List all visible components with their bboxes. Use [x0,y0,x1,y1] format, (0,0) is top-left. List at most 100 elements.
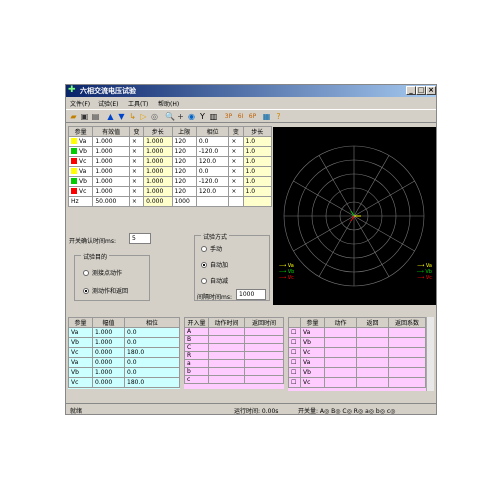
param-step[interactable]: 1.000 [143,186,173,197]
up-icon[interactable]: ▲ [106,112,115,121]
menu-test[interactable]: 试验(E) [98,99,118,108]
close-button[interactable]: × [426,86,436,95]
param-limit[interactable]: 1000 [171,196,197,207]
param-phase-step[interactable]: 1.0 [242,146,273,157]
legend-left: ⟶ Va ⟶ Vb ⟶ Vc [279,263,294,281]
6i-icon[interactable]: 6I [236,112,245,121]
param-phase[interactable]: 0.0 [195,136,230,147]
param-var[interactable]: × [128,146,145,157]
param-step[interactable]: 1.000 [143,156,173,167]
radio-manual[interactable]: 手动 [201,244,222,253]
save-icon[interactable]: ▣ [80,112,89,121]
param-phase-step[interactable]: 1.0 [242,156,273,167]
table-row: ☐ Vc [288,377,426,388]
param-value[interactable]: 1.000 [92,176,130,187]
param-phase[interactable]: 0.0 [195,166,230,177]
row-checkbox[interactable]: ☐ [288,357,301,368]
param-phase-step[interactable]: 1.0 [242,176,273,187]
param-limit[interactable]: 120 [171,136,197,147]
param-value[interactable]: 1.000 [92,166,130,177]
open-icon[interactable]: ▰ [69,112,78,121]
param-limit[interactable]: 120 [171,186,197,197]
menu-help[interactable]: 帮助(H) [158,99,179,108]
param-var[interactable]: × [128,136,145,147]
plus-icon[interactable]: + [176,112,185,121]
3p-icon[interactable]: 3P [224,112,233,121]
param-limit[interactable]: 120 [171,166,197,177]
param-row[interactable]: Hz 50.000 × 0.000 1000 [67,196,273,207]
bars-icon[interactable]: ▥ [209,112,218,121]
row-checkbox[interactable]: ☐ [288,347,301,358]
param-limit[interactable]: 120 [171,146,197,157]
result-scrollbar[interactable] [426,317,434,391]
step-icon[interactable]: ↳ [128,112,137,121]
param-row[interactable]: Vc 1.000 × 1.000 120 120.0 × 1.0 [67,156,273,167]
param-var[interactable]: × [128,176,145,187]
radio-contact-action[interactable]: 测接点动作 [83,268,122,277]
param-step[interactable]: 1.000 [143,146,173,157]
param-row[interactable]: Vb 1.000 × 1.000 120 -120.0 × 1.0 [67,146,273,157]
param-value[interactable]: 1.000 [92,136,130,147]
6p-icon[interactable]: 6P [248,112,257,121]
param-phase[interactable]: -120.0 [195,176,230,187]
phasor-scope[interactable]: ⟶ Va ⟶ Vb ⟶ Vc ⟶ Va ⟶ Vb ⟶ Vc [273,127,436,305]
param-phase-step[interactable]: 1.0 [242,166,273,177]
maximize-button[interactable]: □ [416,86,426,95]
param-phase-step[interactable] [242,196,273,207]
param-var[interactable]: × [128,156,145,167]
down-icon[interactable]: ▼ [117,112,126,121]
param-phase[interactable]: 120.0 [195,186,230,197]
param-limit[interactable]: 120 [171,156,197,167]
radio-action-return[interactable]: 测动作和返回 [83,286,128,295]
param-var[interactable]: × [128,196,145,207]
title-bar[interactable]: ✚ 六相交流电压试验 _ □ × [66,85,436,97]
param-row[interactable]: Va 1.000 × 1.000 120 0.0 × 1.0 [67,136,273,147]
minimize-button[interactable]: _ [406,86,416,95]
param-value[interactable]: 1.000 [92,146,130,157]
param-phase-var[interactable]: × [228,146,244,157]
param-row[interactable]: Va 1.000 × 1.000 120 0.0 × 1.0 [67,166,273,177]
param-step[interactable]: 0.000 [143,196,173,207]
param-phase-var[interactable]: × [228,156,244,167]
param-row[interactable]: Vb 1.000 × 1.000 120 -120.0 × 1.0 [67,176,273,187]
menu-tools[interactable]: 工具(T) [128,99,148,108]
param-phase[interactable]: 120.0 [195,156,230,167]
row-checkbox[interactable]: ☐ [288,377,301,388]
print-icon[interactable]: ▤ [91,112,100,121]
param-phase[interactable]: -120.0 [195,146,230,157]
param-step[interactable]: 1.000 [143,136,173,147]
interval-input[interactable]: 1000 [236,289,266,300]
row-checkbox[interactable]: ☐ [288,337,301,348]
param-row[interactable]: Vc 1.000 × 1.000 120 120.0 × 1.0 [67,186,273,197]
play-icon[interactable]: ▷ [139,112,148,121]
param-value[interactable]: 1.000 [92,186,130,197]
screen-icon[interactable]: ▦ [262,112,271,121]
param-phase-var[interactable]: × [228,136,244,147]
param-phase-step[interactable]: 1.0 [242,136,273,147]
param-var[interactable]: × [128,166,145,177]
param-var[interactable]: × [128,186,145,197]
row-checkbox[interactable]: ☐ [288,327,301,338]
target-icon[interactable]: ◉ [187,112,196,121]
switch-confirm-label: 开关确认时间ms: [69,238,116,245]
stop-icon[interactable]: ◎ [150,112,159,121]
param-value[interactable]: 1.000 [92,156,130,167]
zoom-icon[interactable]: 🔍 [165,112,175,121]
radio-auto-increase[interactable]: 自动加 [201,260,228,269]
param-phase[interactable] [195,196,230,207]
row-checkbox[interactable]: ☐ [288,367,301,378]
y-icon[interactable]: Y [198,112,207,121]
param-step[interactable]: 1.000 [143,166,173,177]
param-phase-var[interactable] [228,196,244,207]
param-phase-var[interactable]: × [228,176,244,187]
menu-file[interactable]: 文件(F) [70,99,90,108]
param-phase-step[interactable]: 1.0 [242,186,273,197]
switch-confirm-input[interactable]: 5 [129,233,151,244]
param-phase-var[interactable]: × [228,186,244,197]
param-limit[interactable]: 120 [171,176,197,187]
help-icon[interactable]: ? [274,112,283,121]
param-phase-var[interactable]: × [228,166,244,177]
param-step[interactable]: 1.000 [143,176,173,187]
param-value[interactable]: 50.000 [92,196,130,207]
radio-auto-decrease[interactable]: 自动减 [201,276,228,285]
